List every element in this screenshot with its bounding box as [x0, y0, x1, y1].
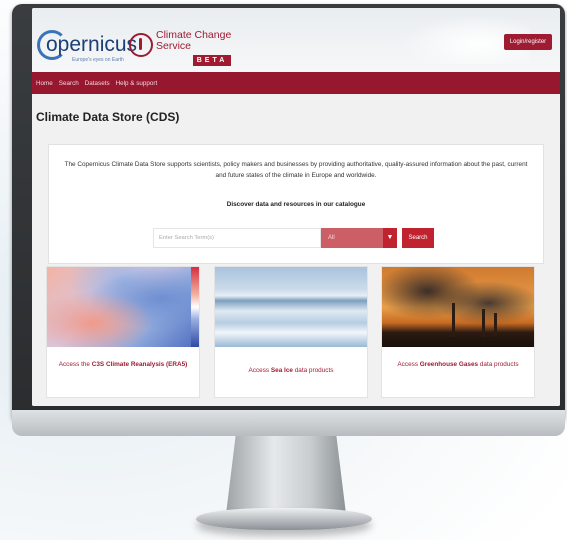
thermometer-icon: [129, 33, 153, 57]
nav-item-home[interactable]: Home: [36, 80, 53, 87]
card-caption-prefix: Access the: [58, 361, 92, 368]
card-caption-bold: Greenhouse Gases: [419, 361, 479, 368]
card-greenhouse-gases[interactable]: Access Greenhouse Gases data products: [381, 266, 535, 398]
monitor-screen: opernicus Europe's eyes on Earth Climate…: [32, 8, 560, 406]
nav-item-datasets[interactable]: Datasets: [85, 80, 110, 87]
search-input[interactable]: [153, 228, 321, 248]
copernicus-tagline: Europe's eyes on Earth: [72, 57, 124, 63]
card-caption[interactable]: Access Sea Ice data products: [223, 365, 359, 376]
nav-item-search[interactable]: Search: [59, 80, 79, 87]
card-caption-prefix: Access: [248, 367, 271, 374]
greenhouse-gases-image[interactable]: [382, 267, 534, 347]
copernicus-logo-text[interactable]: opernicus: [46, 33, 137, 57]
card-sea-ice[interactable]: Access Sea Ice data products: [214, 266, 368, 398]
era5-map-image[interactable]: [47, 267, 199, 347]
monitor-base: [196, 508, 372, 530]
monitor-stand: [226, 436, 346, 514]
card-caption[interactable]: Access the C3S Climate Reanalysis (ERA5): [55, 359, 191, 370]
card-caption-bold: Sea Ice: [270, 367, 293, 374]
chimney-shape: [452, 303, 455, 337]
card-caption-suffix: data products: [478, 361, 519, 368]
card-caption[interactable]: Access Greenhouse Gases data products: [390, 359, 526, 370]
c3s-title-line2: Service: [156, 40, 192, 52]
nav-item-help-support[interactable]: Help & support: [116, 80, 158, 87]
card-caption-bold: C3S Climate Reanalysis (ERA5): [91, 361, 188, 368]
page-title: Climate Data Store (CDS): [36, 110, 180, 124]
monitor-chin: [12, 410, 565, 436]
intro-panel: The Copernicus Climate Data Store suppor…: [48, 144, 544, 264]
discover-heading: Discover data and resources in our catal…: [226, 201, 366, 208]
card-era5[interactable]: Access the C3S Climate Reanalysis (ERA5): [46, 266, 200, 398]
chimney-shape: [482, 309, 485, 337]
chevron-down-icon[interactable]: ▼: [383, 228, 397, 248]
intro-text: The Copernicus Climate Data Store suppor…: [64, 161, 528, 179]
site-header: opernicus Europe's eyes on Earth Climate…: [32, 8, 560, 72]
card-caption-suffix: data products: [292, 367, 334, 374]
main-content: Climate Data Store (CDS) The Copernicus …: [32, 94, 560, 406]
card-caption-prefix: Access: [397, 361, 420, 368]
login-register-button[interactable]: Login/register: [504, 34, 552, 50]
chimney-shape: [494, 313, 497, 337]
search-button[interactable]: Search: [402, 228, 434, 248]
beta-badge: BETA: [193, 55, 231, 66]
c3s-title[interactable]: Climate Change Service: [156, 30, 231, 52]
main-nav: Home Search Datasets Help & support: [32, 72, 560, 94]
sea-ice-image[interactable]: [215, 267, 367, 347]
